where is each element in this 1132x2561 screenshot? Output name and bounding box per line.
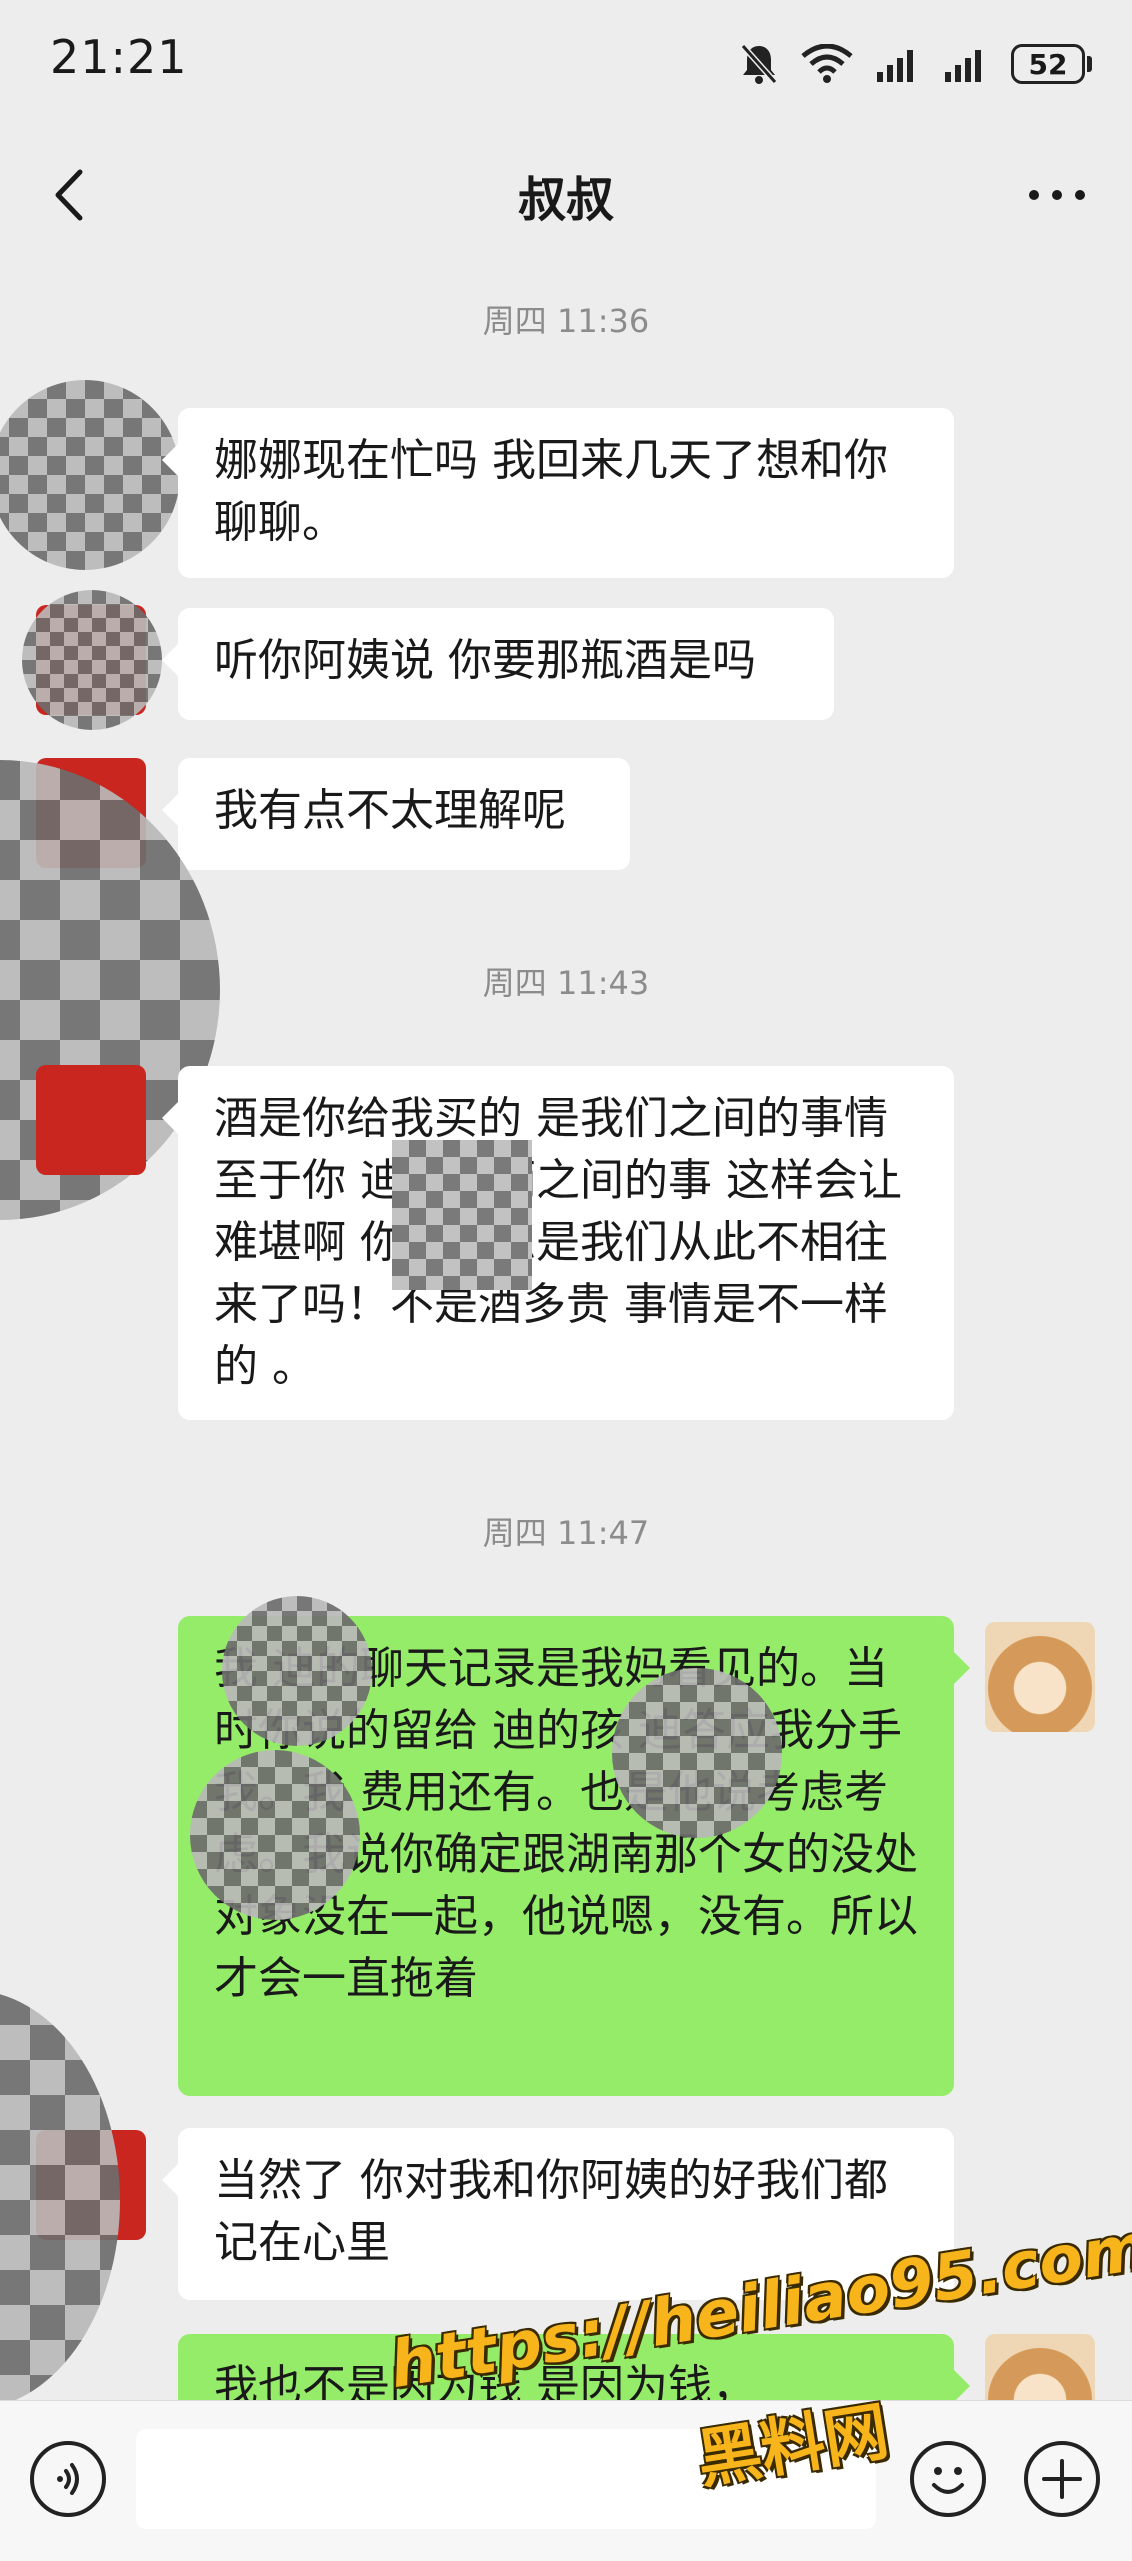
wifi-icon (801, 44, 853, 83)
battery-level: 52 (1011, 44, 1085, 84)
contact-avatar[interactable] (36, 1065, 146, 1175)
message-timestamp: 周四 11:47 (482, 1514, 650, 1552)
chat-title: 叔叔 (517, 172, 614, 228)
plus-button[interactable] (1024, 2441, 1100, 2517)
message-bubble-incoming[interactable]: 我有点不太理解呢 (162, 758, 630, 870)
input-bar (0, 2400, 1132, 2561)
censor-blur (222, 1596, 372, 1746)
voice-button[interactable] (30, 2441, 106, 2517)
plus-icon (1042, 2459, 1082, 2499)
voice-icon (57, 2463, 79, 2495)
chat-header: 叔叔 (0, 130, 1132, 260)
censor-blur (190, 1750, 360, 1920)
signal-icon (945, 50, 981, 82)
message-timestamp: 周四 11:43 (482, 964, 650, 1002)
status-bar: 21:21 52 (0, 0, 1132, 130)
chat-area[interactable]: 周四 11:36 娜娜现在忙吗 我回来几天了想和你聊聊。 听你阿姨说 你要那瓶酒… (0, 260, 1132, 2400)
message-bubble-incoming[interactable]: 酒是你给我买的 是我们之间的事情 至于你 迪是你俩之间的事 这样会让 难堪啊 你… (162, 1066, 954, 1420)
self-avatar[interactable] (985, 1622, 1095, 1732)
censor-blur (612, 1668, 782, 1838)
avatar-blur (0, 1990, 120, 2400)
mute-bell-icon (740, 44, 778, 84)
contact-avatar[interactable] (0, 380, 180, 570)
more-button[interactable] (1022, 160, 1092, 230)
censor-blur (392, 1140, 532, 1290)
emoji-icon (932, 2467, 964, 2494)
message-bubble-incoming[interactable]: 娜娜现在忙吗 我回来几天了想和你聊聊。 (162, 408, 954, 578)
status-icons: 52 (739, 34, 1092, 94)
signal-icon (877, 50, 913, 82)
self-avatar[interactable] (985, 2334, 1095, 2400)
battery-icon: 52 (1011, 44, 1092, 84)
avatar-blur (22, 590, 162, 730)
message-timestamp: 周四 11:36 (482, 302, 650, 340)
status-time: 21:21 (50, 30, 188, 84)
emoji-button[interactable] (910, 2441, 986, 2517)
more-dots-icon (1029, 190, 1085, 200)
message-bubble-incoming[interactable]: 听你阿姨说 你要那瓶酒是吗 (162, 608, 834, 720)
